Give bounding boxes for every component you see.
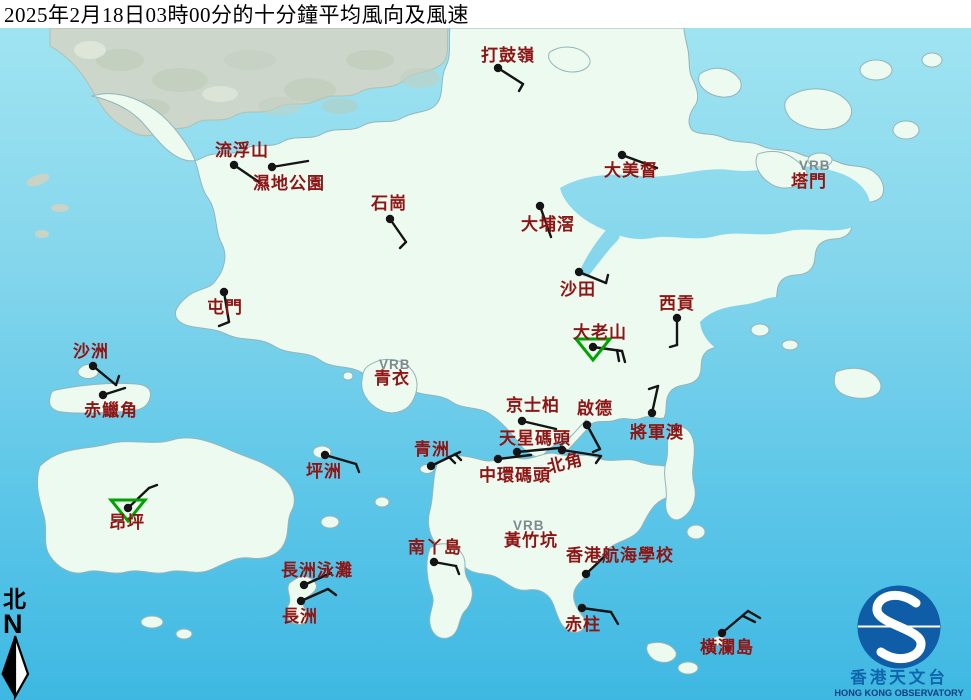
station-label: 大埔滘 <box>521 214 575 234</box>
station-dot <box>320 450 330 460</box>
station-label: 赤柱 <box>565 614 601 634</box>
station-label: 將軍澳 <box>630 422 684 442</box>
station-dot <box>267 162 277 172</box>
station-label: 沙田 <box>560 280 596 299</box>
station-label: 長洲 <box>282 607 318 626</box>
station-label: 天星碼頭 <box>499 429 571 448</box>
station-dot <box>429 557 439 567</box>
station-label: 坪洲 <box>306 462 342 481</box>
station-label: 塔門 <box>791 171 827 191</box>
map-title: 2025年2月18日03時00分的十分鐘平均風向及風速 <box>0 0 971 28</box>
station-label: 南丫島 <box>408 537 462 557</box>
station-dot <box>299 580 309 590</box>
station-label: 濕地公園 <box>253 173 325 193</box>
station-label: 大老山 <box>573 322 627 342</box>
station-label: 青衣 <box>374 368 410 388</box>
station-dot <box>512 447 522 457</box>
station-dot <box>588 342 598 352</box>
station-dot <box>535 201 545 211</box>
station-dot <box>574 267 584 277</box>
station-label: 中環碼頭 <box>479 465 551 485</box>
station-label: 長洲泳灘 <box>281 560 353 580</box>
station-label: 昂坪 <box>109 513 145 532</box>
wind-map-page: 2025年2月18日03時00分的十分鐘平均風向及風速 打鼓嶺 流浮山 濕地公園… <box>0 0 971 700</box>
station-dot <box>426 461 436 471</box>
station-label: 京士柏 <box>506 395 560 415</box>
station-label: 青洲 <box>414 439 450 459</box>
station-dot <box>493 63 503 73</box>
vrb-label: VRB <box>799 158 831 173</box>
station-dot <box>98 390 108 400</box>
station-dot <box>581 569 591 579</box>
station-label: 啟德 <box>577 398 613 418</box>
station-dot <box>717 628 727 638</box>
logo-english-name: HONG KONG OBSERVATORY <box>834 688 963 698</box>
station-dot <box>582 420 592 430</box>
station-dot <box>296 596 306 606</box>
station-dot <box>672 313 682 323</box>
station-dot <box>88 361 98 371</box>
station-label: 黃竹坑 <box>503 530 558 550</box>
station-dot <box>517 416 527 426</box>
station-dot <box>493 454 503 464</box>
station-label: 西貢 <box>659 294 695 313</box>
north-letter: N <box>3 609 23 639</box>
station-label: 屯門 <box>207 297 243 317</box>
vrb-station-tsing-yi: VRB青衣 <box>374 357 410 388</box>
station-dot <box>617 150 627 160</box>
station-label: 赤鱲角 <box>84 400 138 420</box>
station-label: 大美督 <box>604 160 658 180</box>
logo-chinese-name: 香港天文台 <box>850 667 948 687</box>
station-dot <box>577 603 587 613</box>
station-dot <box>647 408 657 418</box>
station-label: 香港航海學校 <box>566 545 674 565</box>
station-dot <box>219 287 229 297</box>
station-dot <box>385 214 395 224</box>
station-dot <box>123 503 133 513</box>
station-label: 石崗 <box>370 194 407 213</box>
hk-wind-map: 打鼓嶺流浮山濕地公園石崗 大美督大埔滘沙田西貢大老山 屯門沙洲赤鱲角 京士柏 啟德將軍澳… <box>0 28 971 700</box>
station-label: 沙洲 <box>73 342 109 361</box>
station-label: 橫瀾島 <box>700 637 754 657</box>
station-label: 打鼓嶺 <box>481 45 535 65</box>
station-dot <box>229 160 239 170</box>
station-label: 流浮山 <box>215 140 269 160</box>
